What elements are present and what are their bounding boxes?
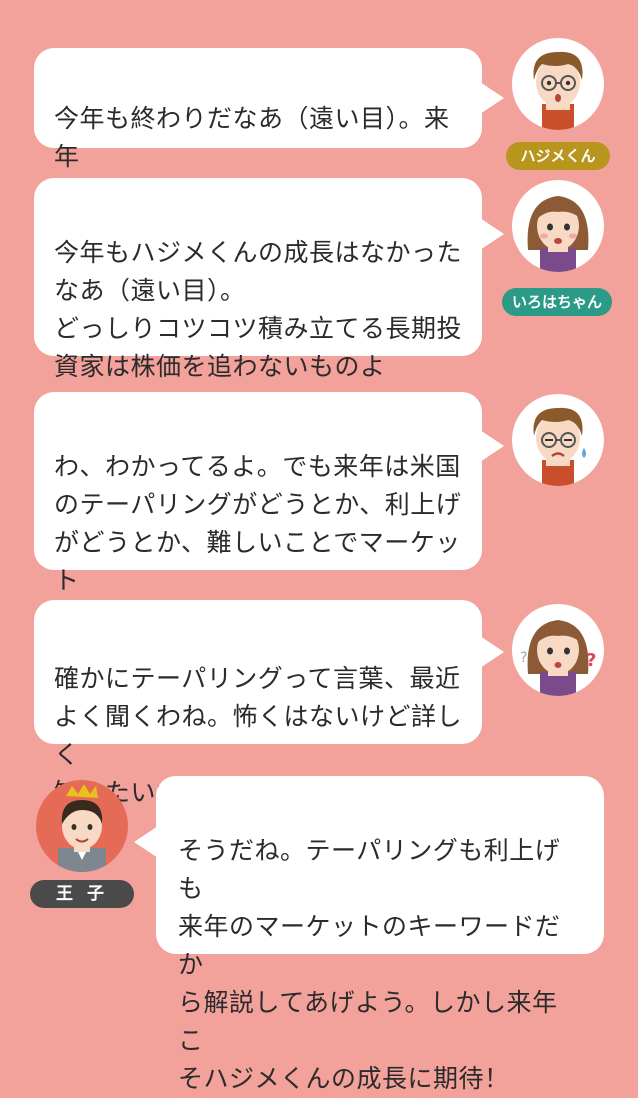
hajime-worried-avatar [512,394,604,486]
message-text-2: 今年もハジメくんの成長はなかった なあ（遠い目）。 どっしりコツコツ積み立てる長… [54,238,463,381]
bubble-tail [480,82,504,114]
bubble-tail [480,430,504,462]
speech-bubble-2: 今年もハジメくんの成長はなかった なあ（遠い目）。 どっしりコツコツ積み立てる長… [34,178,504,381]
bubble-tail [134,826,158,858]
bubble-tail [480,636,504,668]
iroha-avatar [512,180,604,272]
hajime-avatar [512,38,604,130]
bubble-tail [480,218,504,250]
speaker-tag-ouji: 王 子 [30,880,134,908]
iroha-question-avatar: ? ? [512,604,604,696]
message-text-5: そうだね。テーパリングも利上げも 来年のマーケットのキーワードだか ら解説してあ… [178,836,561,1093]
ouji-avatar [36,780,128,872]
speech-bubble-5: そうだね。テーパリングも利上げも 来年のマーケットのキーワードだか ら解説してあ… [134,776,604,1093]
speaker-tag-hajime: ハジメくん [506,142,610,170]
speech-bubble-1: 今年も終わりだなあ（遠い目）。来年 の株価はどうなるんだろう…… [34,48,504,209]
svg-text:?: ? [586,650,596,671]
speech-bubble-4: 確かにテーパリングって言葉、最近 よく聞くわね。怖くはないけど詳しく 知りたいわ… [34,600,504,807]
svg-text:?: ? [520,650,527,666]
speaker-tag-iroha: いろはちゃん [502,288,612,316]
speech-bubble-3: わ、わかってるよ。でも来年は米国 のテーパリングがどうとか、利上げ がどうとか、… [34,392,504,633]
